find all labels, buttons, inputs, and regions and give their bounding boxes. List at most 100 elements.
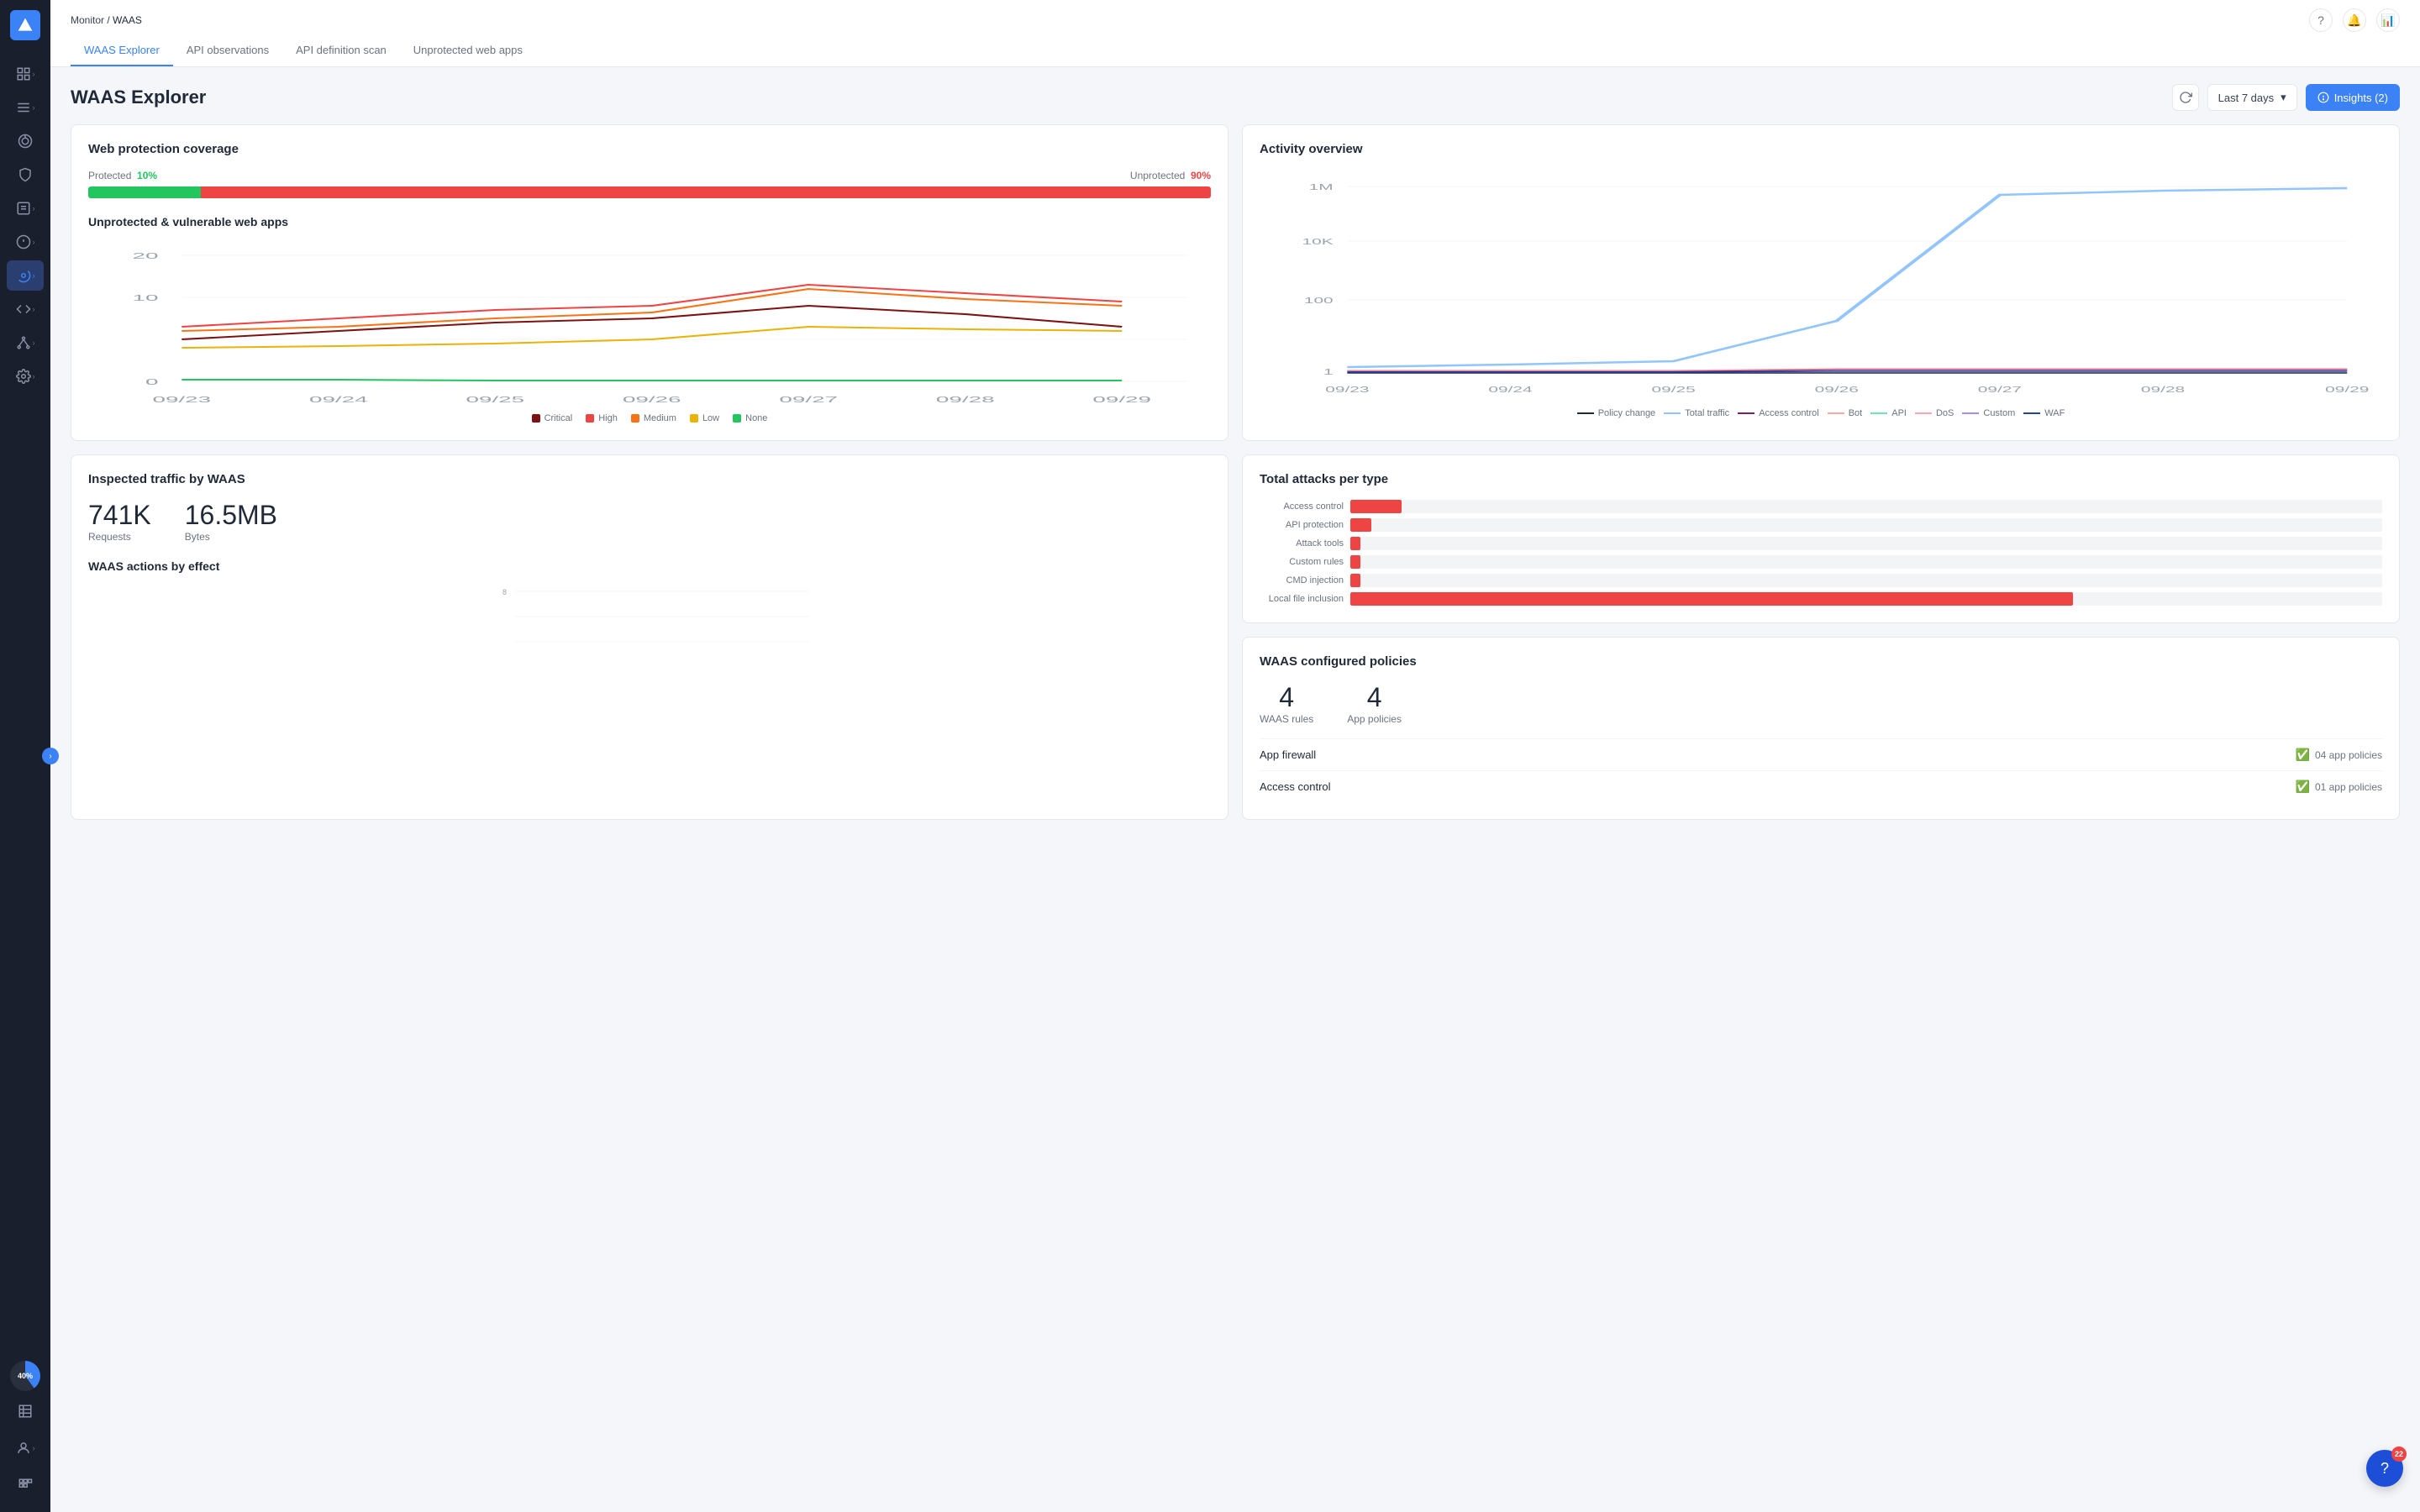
sidebar-item-reports[interactable]: › — [7, 193, 44, 223]
attacks-card: Total attacks per type Access control AP… — [1242, 454, 2400, 623]
bytes-label: Bytes — [185, 531, 277, 543]
sidebar-item-waas[interactable]: › — [7, 260, 44, 291]
attack-row-api-protection: API protection — [1260, 518, 2382, 532]
tabs: WAAS Explorer API observations API defin… — [71, 35, 2400, 66]
activity-card: Activity overview 1M 10K 100 1 — [1242, 124, 2400, 441]
sidebar-item-user[interactable]: › — [7, 1433, 44, 1463]
page-content: WAAS Explorer Last 7 days ▾ Insights (2) — [50, 67, 2420, 1512]
vulnerable-subtitle: Unprotected & vulnerable web apps — [88, 215, 1211, 228]
vulnerable-chart: 20 10 0 09/23 — [88, 239, 1211, 407]
svg-text:09/24: 09/24 — [309, 395, 368, 404]
sidebar-item-code[interactable]: › — [7, 294, 44, 324]
sidebar-item-table[interactable] — [7, 1396, 44, 1426]
help-icon-btn[interactable]: ? — [2309, 8, 2333, 32]
svg-text:10: 10 — [133, 293, 159, 302]
attack-row-local-file: Local file inclusion — [1260, 592, 2382, 606]
tab-waas-explorer[interactable]: WAAS Explorer — [71, 35, 173, 66]
policy-item-app-firewall: App firewall ✅ 04 app policies — [1260, 738, 2382, 770]
sidebar-item-radar[interactable] — [7, 126, 44, 156]
page-title: WAAS Explorer — [71, 87, 206, 108]
traffic-title: Inspected traffic by WAAS — [88, 472, 1211, 486]
help-bubble[interactable]: 22 ? — [2366, 1450, 2403, 1487]
svg-text:09/29: 09/29 — [1092, 395, 1151, 404]
sidebar-item-shield[interactable] — [7, 160, 44, 190]
svg-text:20: 20 — [133, 251, 159, 260]
tab-api-definition-scan[interactable]: API definition scan — [282, 35, 400, 66]
progress-circle[interactable]: 40% — [10, 1361, 40, 1391]
svg-text:09/29: 09/29 — [2325, 385, 2369, 394]
svg-text:8: 8 — [502, 588, 507, 596]
sidebar-expand-btn[interactable]: › — [42, 748, 59, 764]
topbar-header: Monitor / WAAS ? 🔔 📊 — [71, 0, 2400, 35]
svg-text:09/28: 09/28 — [936, 395, 995, 404]
legend-access-control: Access control — [1738, 408, 1819, 418]
check-icon-access-control: ✅ — [2296, 780, 2310, 794]
legend-bot: Bot — [1828, 408, 1863, 418]
coverage-protected-bar — [88, 186, 201, 198]
legend-api: API — [1870, 408, 1907, 418]
legend-medium: Medium — [631, 413, 676, 423]
sidebar-item-list[interactable]: › — [7, 92, 44, 123]
policies-numbers: 4 WAAS rules 4 App policies — [1260, 682, 2382, 725]
activity-chart-legend: Policy change Total traffic Access contr… — [1260, 408, 2382, 418]
svg-text:09/23: 09/23 — [153, 395, 212, 404]
actions-title: WAAS actions by effect — [88, 559, 1211, 573]
insights-button[interactable]: Insights (2) — [2306, 84, 2400, 111]
svg-text:09/24: 09/24 — [1488, 385, 1532, 394]
attacks-list: Access control API protection — [1260, 500, 2382, 606]
coverage-card: Web protection coverage Protected 10% Un… — [71, 124, 1228, 441]
sidebar-item-alerts[interactable]: › — [7, 227, 44, 257]
activity-chart: 1M 10K 100 1 — [1260, 170, 2382, 405]
notification-bell-btn[interactable]: 🔔 — [2343, 8, 2366, 32]
coverage-labels: Protected 10% Unprotected 90% — [88, 170, 1211, 181]
sidebar-item-settings[interactable]: › — [7, 361, 44, 391]
svg-text:1M: 1M — [1309, 182, 1334, 192]
legend-total-traffic: Total traffic — [1664, 408, 1729, 418]
help-badge: 22 — [2391, 1446, 2407, 1462]
tab-unprotected-web-apps[interactable]: Unprotected web apps — [400, 35, 536, 66]
svg-text:09/25: 09/25 — [1652, 385, 1696, 394]
legend-dos: DoS — [1915, 408, 1954, 418]
sidebar-item-network[interactable]: › — [7, 328, 44, 358]
legend-custom: Custom — [1962, 408, 2015, 418]
svg-text:09/27: 09/27 — [1978, 385, 2022, 394]
svg-text:09/23: 09/23 — [1325, 385, 1369, 394]
legend-high: High — [586, 413, 618, 423]
topbar: Monitor / WAAS ? 🔔 📊 WAAS Explorer API o… — [50, 0, 2420, 67]
svg-text:10K: 10K — [1302, 237, 1334, 246]
attack-row-access-control: Access control — [1260, 500, 2382, 513]
bytes-stat: 16.5MB Bytes — [185, 500, 277, 543]
sidebar-item-dashboard[interactable]: › — [7, 59, 44, 89]
topbar-actions: ? 🔔 📊 — [2309, 8, 2400, 32]
app-policies-stat: 4 App policies — [1347, 682, 1402, 725]
policies-title: WAAS configured policies — [1260, 654, 2382, 669]
actions-chart: 8 — [88, 583, 1211, 650]
policy-status-app-firewall: ✅ 04 app policies — [2296, 748, 2383, 762]
date-selector[interactable]: Last 7 days ▾ — [2207, 84, 2297, 111]
activity-title: Activity overview — [1260, 142, 2382, 156]
svg-text:09/27: 09/27 — [779, 395, 838, 404]
traffic-stats: 741K Requests 16.5MB Bytes — [88, 500, 1211, 543]
bottom-grid: Inspected traffic by WAAS 741K Requests … — [71, 454, 2400, 820]
attack-row-cmd-injection: CMD injection — [1260, 574, 2382, 587]
page-header-actions: Last 7 days ▾ Insights (2) — [2172, 84, 2400, 111]
refresh-button[interactable] — [2172, 84, 2199, 111]
svg-text:1: 1 — [1323, 367, 1334, 376]
right-column: Total attacks per type Access control AP… — [1242, 454, 2400, 820]
sidebar-bottom: 40% › — [7, 1361, 44, 1502]
svg-text:09/26: 09/26 — [623, 395, 681, 404]
legend-waf: WAF — [2023, 408, 2065, 418]
tab-api-observations[interactable]: API observations — [173, 35, 282, 66]
svg-text:100: 100 — [1304, 296, 1334, 305]
svg-text:0: 0 — [145, 377, 158, 386]
legend-critical: Critical — [532, 413, 573, 423]
attack-row-custom-rules: Custom rules — [1260, 555, 2382, 569]
vulnerable-chart-legend: Critical High Medium Low — [88, 413, 1211, 423]
sidebar-item-apps[interactable] — [7, 1470, 44, 1500]
logo[interactable] — [10, 10, 40, 40]
check-icon-app-firewall: ✅ — [2296, 748, 2310, 762]
coverage-unprotected-bar — [201, 186, 1211, 198]
attacks-title: Total attacks per type — [1260, 472, 2382, 486]
requests-stat: 741K Requests — [88, 500, 151, 543]
analytics-btn[interactable]: 📊 — [2376, 8, 2400, 32]
